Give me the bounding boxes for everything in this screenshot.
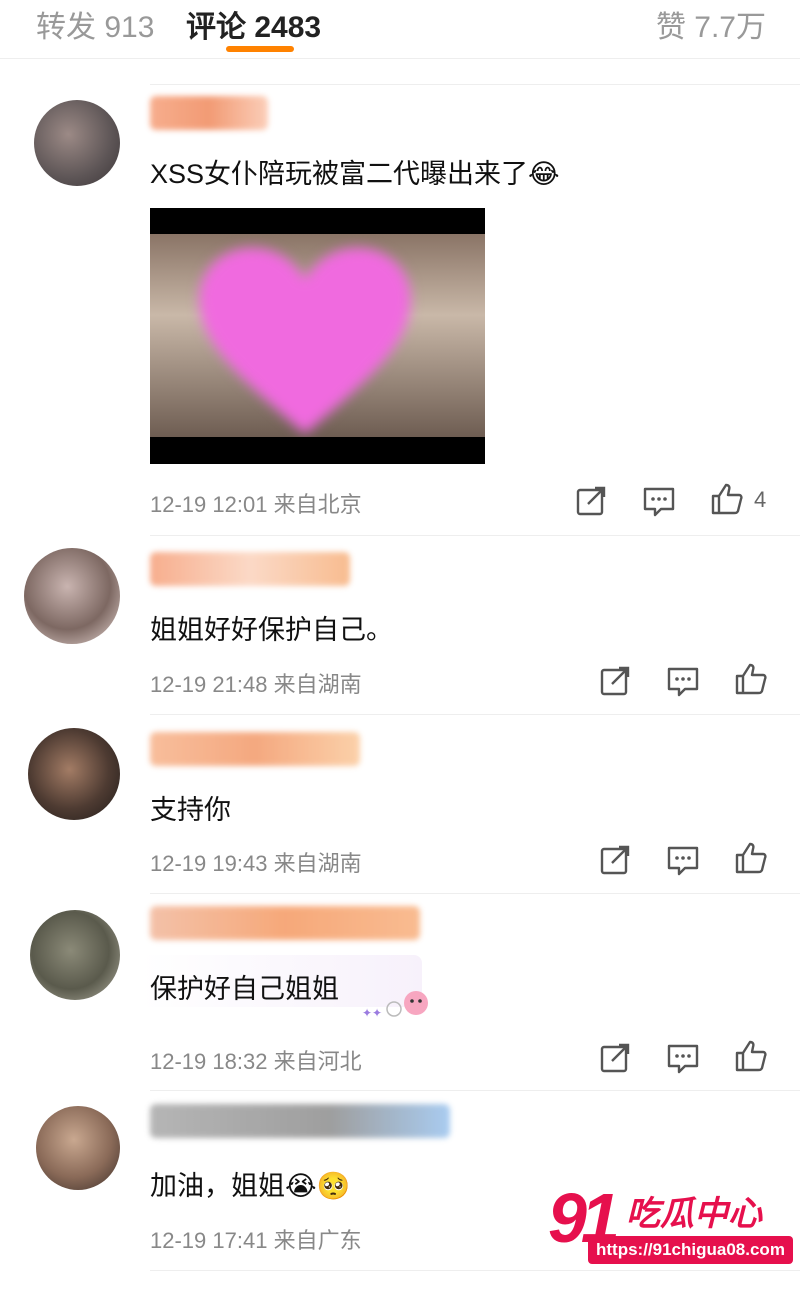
share-icon[interactable]: [598, 664, 632, 698]
bubble-sticker-icon: ✦✦: [362, 991, 428, 1020]
comment-text: 姐姐好好保护自己。: [150, 615, 393, 645]
username-redacted[interactable]: [150, 1104, 450, 1138]
username-redacted[interactable]: [150, 552, 350, 586]
comment-icon[interactable]: [666, 664, 700, 698]
watermark-url: https://91chigua08.com: [588, 1236, 793, 1264]
thumbs-up-icon[interactable]: [734, 1039, 768, 1073]
comment-location: 来自湖南: [273, 672, 362, 697]
divider: [150, 714, 800, 715]
watermark-title: 吃瓜中心: [626, 1195, 762, 1233]
image-content: [150, 234, 485, 437]
comment-text: 支持你: [150, 795, 231, 825]
comment-meta: 12-19 19:43 来自湖南: [150, 846, 362, 878]
comment-location: 来自河北: [273, 1049, 362, 1074]
comment-icon[interactable]: [666, 1041, 700, 1075]
comment-location: 来自北京: [273, 492, 362, 517]
comment-meta: 12-19 12:01 来自北京: [150, 487, 362, 519]
like-count: 4: [754, 487, 767, 512]
comment-meta: 12-19 17:41 来自广东: [150, 1223, 362, 1255]
avatar[interactable]: [34, 100, 120, 186]
comment-icon[interactable]: [642, 484, 676, 518]
divider: [150, 1090, 800, 1091]
username-redacted[interactable]: [150, 906, 420, 940]
comment-image[interactable]: [150, 208, 485, 464]
comment-meta: 12-19 18:32 来自河北: [150, 1044, 362, 1076]
share-icon[interactable]: [598, 843, 632, 877]
svg-text:✦✦: ✦✦: [362, 1006, 382, 1020]
comment-text: 加油，姐姐😭🥺: [150, 1171, 351, 1201]
heart-mosaic: [199, 248, 411, 434]
comment-time: 12-19 19:43: [150, 851, 268, 876]
username-redacted[interactable]: [150, 96, 268, 130]
comment-time: 12-19 21:48: [150, 672, 268, 697]
tab-bar: 转发 913 评论 2483 赞 7.7万: [0, 0, 800, 59]
active-tab-indicator: [226, 46, 294, 52]
comment-location: 来自广东: [273, 1228, 362, 1253]
comment-text: 保护好自己姐姐: [150, 974, 339, 1004]
tab-repost[interactable]: 转发 913: [36, 2, 154, 46]
share-icon[interactable]: [598, 1041, 632, 1075]
comment-icon[interactable]: [666, 843, 700, 877]
thumbs-up-icon[interactable]: [734, 841, 768, 875]
divider: [150, 84, 800, 85]
comment-location: 来自湖南: [273, 851, 362, 876]
tab-comments[interactable]: 评论 2483: [186, 2, 321, 46]
avatar[interactable]: [36, 1106, 120, 1190]
avatar[interactable]: [28, 728, 120, 820]
thumbs-up-icon[interactable]: [734, 662, 768, 696]
username-redacted[interactable]: [150, 732, 360, 766]
avatar[interactable]: [30, 910, 120, 1000]
thumbs-up-icon[interactable]: [710, 482, 744, 516]
comment-time: 12-19 18:32: [150, 1049, 268, 1074]
avatar[interactable]: [24, 548, 120, 644]
divider: [150, 535, 800, 536]
share-icon[interactable]: [574, 484, 608, 518]
comment-time: 12-19 17:41: [150, 1228, 268, 1253]
watermark-logo: 91 吃瓜中心 https://91chigua08.com: [548, 1178, 793, 1274]
comment-text: XSS女仆陪玩被富二代曝出来了😂: [150, 159, 560, 189]
tab-likes[interactable]: 赞 7.7万: [656, 2, 766, 46]
comment-meta: 12-19 21:48 来自湖南: [150, 667, 362, 699]
divider: [150, 893, 800, 894]
comment-time: 12-19 12:01: [150, 492, 268, 517]
